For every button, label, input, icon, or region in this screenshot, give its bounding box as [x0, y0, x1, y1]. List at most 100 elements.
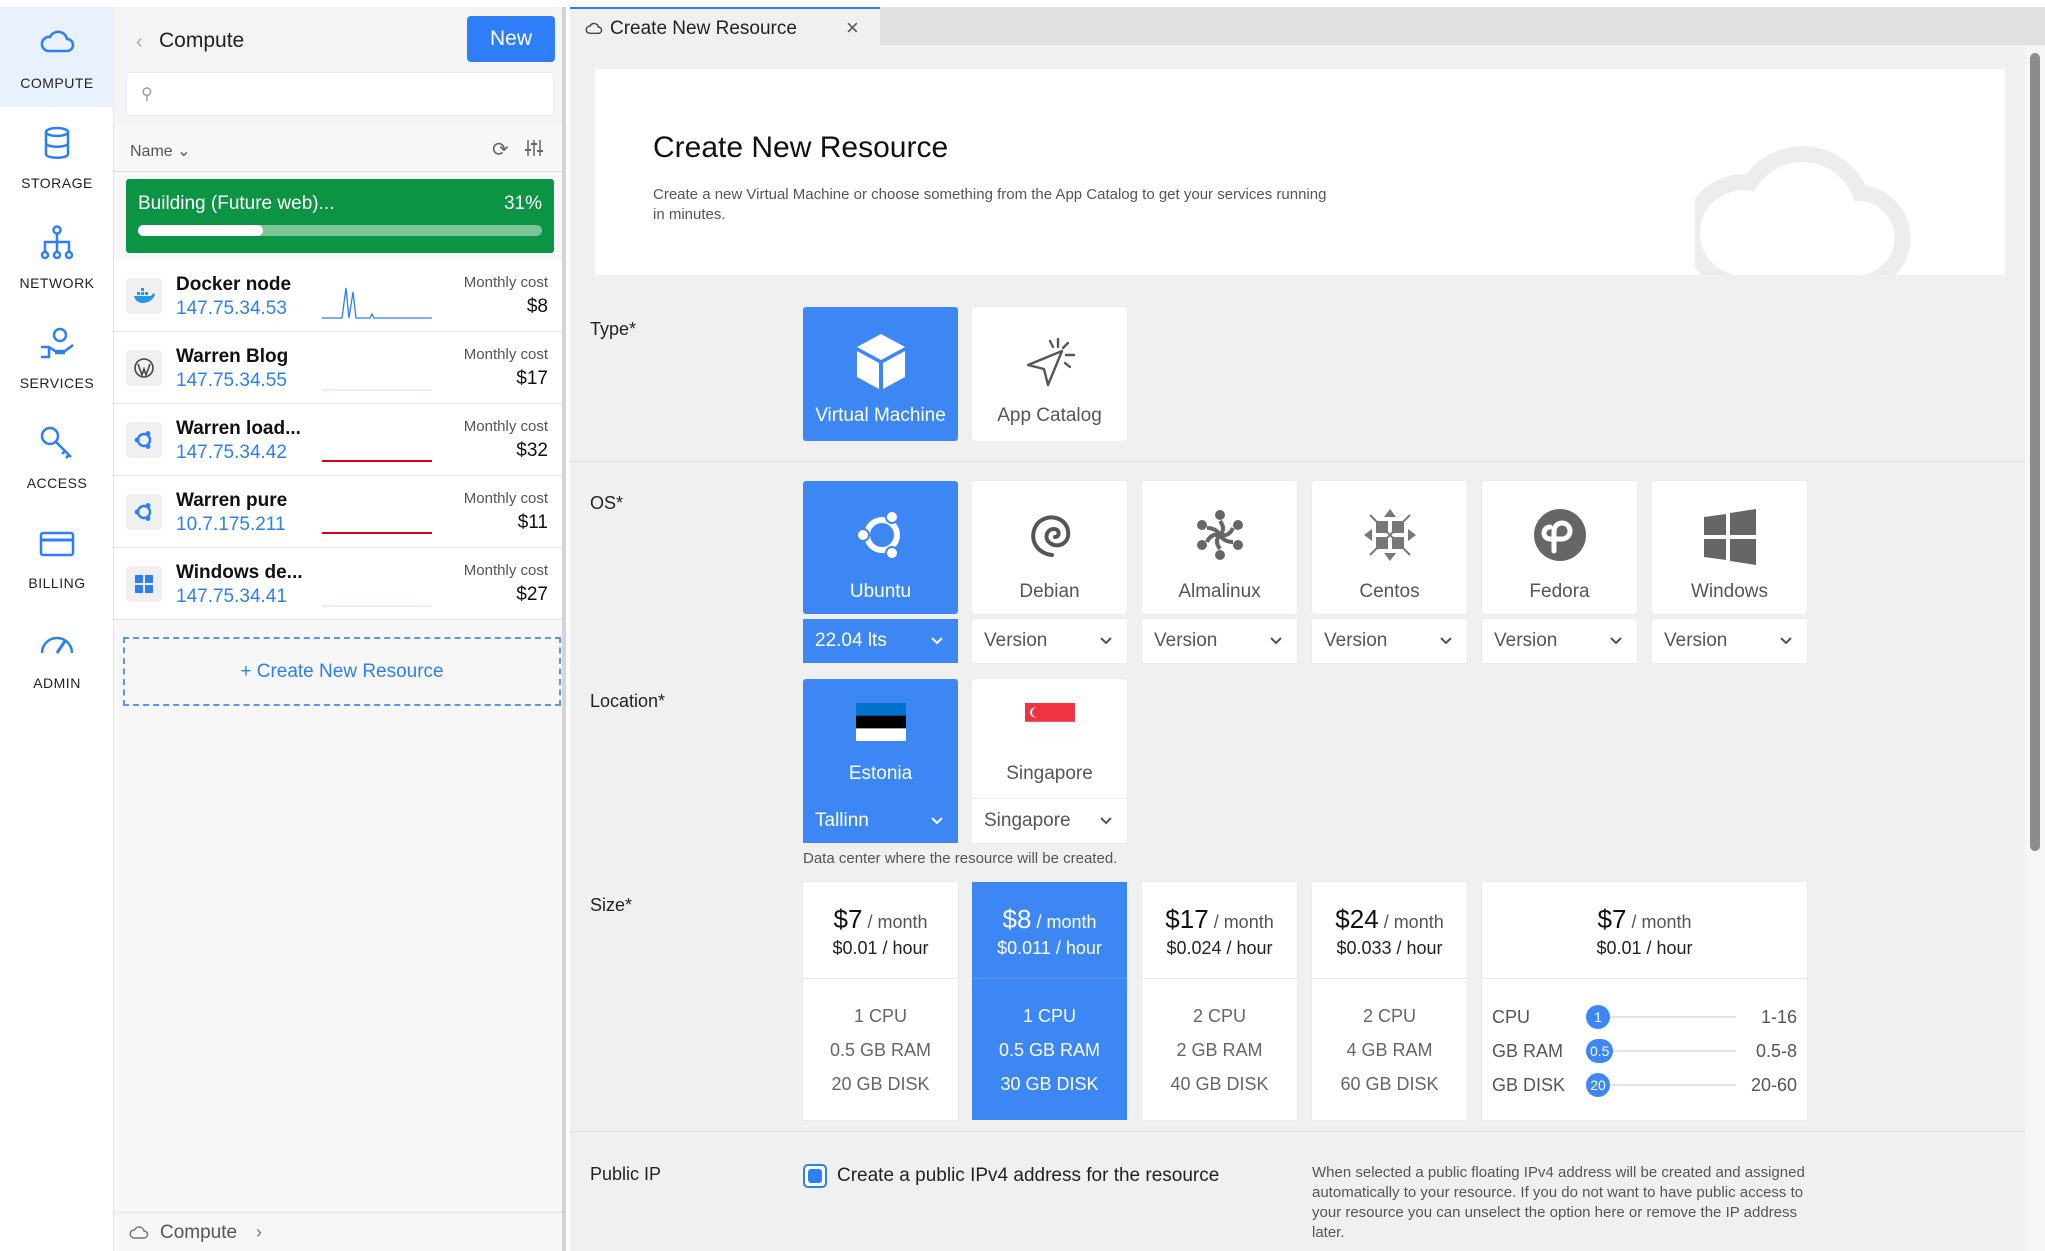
fedora-icon — [1533, 509, 1586, 561]
cpu-spec: 1 CPU — [853, 1006, 907, 1026]
os-option-label: Debian — [1019, 581, 1080, 602]
location-option-singapore[interactable]: Singapore — [972, 679, 1127, 803]
usage-sparkline — [322, 532, 432, 534]
monthly-price: $7 / month — [803, 904, 958, 935]
size-option[interactable]: $24 / month $0.033 / hour 2 CPU 4 GB RAM… — [1312, 882, 1467, 1120]
cpu-slider[interactable]: CPU 1 1-16 — [1492, 1004, 1797, 1030]
resource-ip[interactable]: 10.7.175.211 — [176, 514, 286, 536]
scrollbar-thumb[interactable] — [2030, 53, 2040, 851]
search-input[interactable]: ⚲ — [126, 72, 554, 116]
nav-item-admin[interactable]: ADMIN — [0, 607, 114, 707]
cpu-spec: 2 CPU — [1192, 1006, 1246, 1026]
size-option[interactable]: $7 / month $0.01 / hour 1 CPU 0.5 GB RAM… — [803, 882, 958, 1120]
ram-slider[interactable]: GB RAM 0.5 0.5-8 — [1492, 1038, 1797, 1064]
create-new-resource-link[interactable]: + Create New Resource — [123, 637, 561, 706]
disk-spec: 40 GB DISK — [1170, 1074, 1269, 1094]
resource-row[interactable]: Docker node 147.75.34.53 Monthly cost $8 — [114, 260, 562, 332]
os-option-windows[interactable]: Windows — [1652, 481, 1807, 614]
public-ip-checkbox-label[interactable]: Create a public IPv4 address for the res… — [837, 1165, 1219, 1187]
os-version-select-ubuntu[interactable]: 22.04 lts — [803, 619, 958, 663]
resource-row[interactable]: Warren load... 147.75.34.42 Monthly cost… — [114, 404, 562, 476]
slider-knob[interactable]: 20 — [1586, 1073, 1610, 1097]
os-option-centos[interactable]: Centos — [1312, 481, 1467, 614]
os-option-label: Windows — [1690, 581, 1769, 602]
nav-item-compute[interactable]: COMPUTE — [0, 7, 114, 107]
size-option[interactable]: $8 / month $0.011 / hour 1 CPU 0.5 GB RA… — [972, 882, 1127, 1120]
os-option-fedora[interactable]: Fedora — [1482, 481, 1637, 614]
city-value: Singapore — [984, 810, 1071, 831]
chevron-down-icon — [931, 817, 943, 825]
back-chevron-icon[interactable]: ‹ — [136, 31, 143, 54]
nav-item-billing[interactable]: BILLING — [0, 507, 114, 607]
chevron-right-icon: › — [256, 1222, 262, 1242]
filter-sliders-icon[interactable] — [524, 138, 544, 158]
refresh-icon[interactable]: ⟳ — [492, 137, 509, 162]
monthly-price: $24 / month — [1312, 904, 1467, 935]
chevron-down-icon — [1100, 817, 1112, 825]
building-resource-card[interactable]: Building (Future web)... 31% — [126, 179, 554, 253]
footer-label: Compute — [160, 1222, 238, 1243]
resource-ip[interactable]: 147.75.34.42 — [176, 442, 287, 464]
cube-icon — [856, 334, 905, 389]
resource-ip[interactable]: 147.75.34.55 — [176, 370, 287, 392]
os-version-select-debian[interactable]: Version — [972, 619, 1127, 663]
close-icon[interactable]: × — [846, 15, 859, 41]
os-version-select-almalinux[interactable]: Version — [1142, 619, 1297, 663]
hourly-price: $0.033 / hour — [1336, 938, 1443, 958]
disk-spec: 20 GB DISK — [831, 1074, 930, 1094]
sort-dropdown[interactable]: Name ⌄ — [130, 141, 191, 161]
nav-item-services[interactable]: SERVICES — [0, 307, 114, 407]
os-option-ubuntu[interactable]: Ubuntu — [803, 481, 958, 614]
location-option-estonia[interactable]: Estonia — [803, 679, 958, 803]
os-version-select-centos[interactable]: Version — [1312, 619, 1467, 663]
list-footer-breadcrumb[interactable]: Compute › — [114, 1212, 562, 1251]
size-option-custom[interactable]: $7 / month $0.01 / hour CPU 1 1-16 GB RA… — [1482, 882, 1807, 1120]
hero-banner: Create New Resource Create a new Virtual… — [595, 69, 2005, 275]
os-option-label: Almalinux — [1178, 581, 1261, 602]
disk-slider[interactable]: GB DISK 20 20-60 — [1492, 1072, 1797, 1098]
version-value: Version — [1494, 630, 1558, 651]
tab-create-new-resource[interactable]: Create New Resource × — [570, 7, 880, 45]
city-select-singapore[interactable]: Singapore — [972, 799, 1127, 843]
resource-cost: $32 — [516, 440, 548, 461]
os-version-select-fedora[interactable]: Version — [1482, 619, 1637, 663]
size-option[interactable]: $17 / month $0.024 / hour 2 CPU 2 GB RAM… — [1142, 882, 1297, 1120]
scrollbar[interactable] — [2025, 45, 2045, 1251]
version-value: 22.04 lts — [815, 630, 887, 651]
new-button[interactable]: New — [467, 16, 555, 62]
resource-row[interactable]: Windows de... 147.75.34.41 Monthly cost … — [114, 548, 562, 620]
resource-row[interactable]: Warren pure 10.7.175.211 Monthly cost $1… — [114, 476, 562, 548]
ram-spec: 0.5 GB RAM — [829, 1040, 932, 1060]
disk-spec: 60 GB DISK — [1340, 1074, 1439, 1094]
page-description: Create a new Virtual Machine or choose s… — [653, 186, 1327, 223]
os-version-select-windows[interactable]: Version — [1652, 619, 1807, 663]
hourly-price: $0.011 / hour — [997, 938, 1102, 958]
resource-row[interactable]: Warren Blog 147.75.34.55 Monthly cost $1… — [114, 332, 562, 404]
price-unit: / month — [1383, 912, 1444, 932]
building-percent: 31% — [503, 193, 542, 214]
divider — [1482, 978, 1807, 979]
resource-ip[interactable]: 147.75.34.53 — [176, 298, 287, 320]
singapore-flag-icon — [1024, 703, 1075, 741]
public-ip-checkbox[interactable] — [803, 1164, 827, 1188]
os-option-debian[interactable]: Debian — [972, 481, 1127, 614]
nav-item-access[interactable]: ACCESS — [0, 407, 114, 507]
os-option-almalinux[interactable]: Almalinux — [1142, 481, 1297, 614]
nav-item-network[interactable]: NETWORK — [0, 207, 114, 307]
monthly-price: $17 / month — [1142, 904, 1297, 935]
slider-knob[interactable]: 0.5 — [1586, 1039, 1614, 1063]
nav-item-storage[interactable]: STORAGE — [0, 107, 114, 207]
type-option-app-catalog[interactable]: App Catalog — [972, 307, 1127, 441]
hourly-price: $0.024 / hour — [1166, 938, 1273, 958]
city-select-estonia[interactable]: Tallinn — [803, 799, 958, 843]
resource-list-panel: ‹ Compute New ⚲ Name ⌄ ⟳ Building (Futur… — [114, 7, 566, 1251]
disk-spec: 30 GB DISK — [1000, 1074, 1099, 1094]
page-title: Create New Resource — [653, 131, 949, 164]
version-value: Version — [1324, 630, 1388, 651]
resource-ip[interactable]: 147.75.34.41 — [176, 586, 287, 608]
slider-knob[interactable]: 1 — [1586, 1005, 1610, 1029]
type-option-virtual-machine[interactable]: Virtual Machine — [803, 307, 958, 441]
network-icon — [40, 225, 74, 260]
centos-icon — [1363, 509, 1416, 561]
section-divider — [570, 1131, 2025, 1132]
